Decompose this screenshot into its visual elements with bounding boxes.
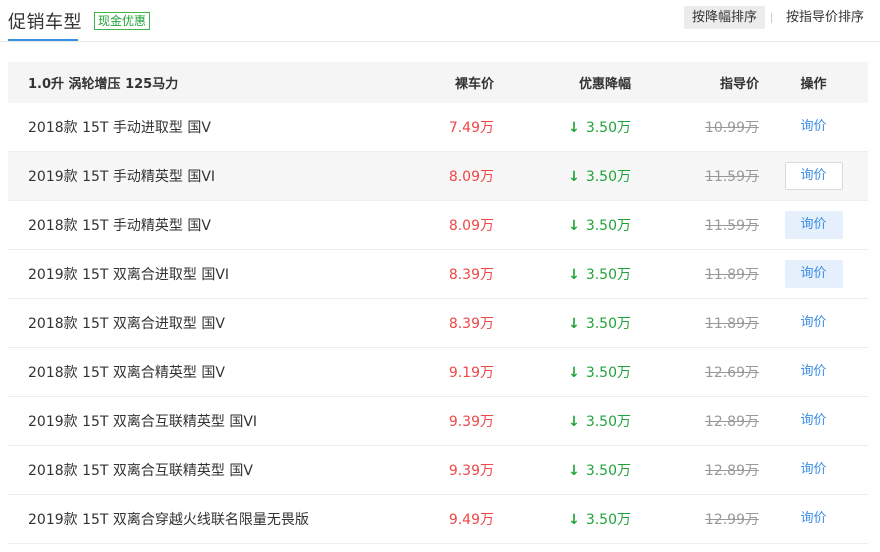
sort-controls: 按降幅排序 按指导价排序 (683, 6, 872, 29)
bare-price: 7.49万 (448, 120, 494, 136)
action-cell: 询价 (759, 211, 868, 239)
bare-price: 9.39万 (448, 414, 494, 430)
sort-by-discount-button[interactable]: 按降幅排序 (683, 6, 765, 29)
action-cell: 询价 (759, 260, 868, 288)
bare-price: 9.19万 (448, 365, 494, 381)
action-cell: 询价 (759, 407, 868, 435)
bare-price: 8.39万 (448, 316, 494, 332)
discount-value: 3.50万 (585, 169, 631, 185)
model-name: 2019款 15T 双离合互联精英型 国VI (28, 414, 258, 430)
inquiry-button[interactable]: 询价 (784, 211, 843, 239)
bare-price: 9.39万 (448, 463, 494, 479)
discount-amount: ↓ 3.50万 (494, 117, 631, 137)
table-row: 2019款 15T 双离合进取型 国VI 8.39万 ↓ 3.50万 11.89万… (8, 250, 868, 299)
down-arrow-icon: ↓ (568, 414, 580, 430)
header: 促销车型 现金优惠 按降幅排序 按指导价排序 (0, 0, 880, 42)
model-name: 2018款 15T 双离合互联精英型 国V (28, 463, 253, 479)
guide-price: 11.89万 (704, 267, 759, 283)
down-arrow-icon: ↓ (568, 512, 580, 528)
promotion-table: 1.0升 涡轮增压 125马力 裸车价 优惠降幅 指导价 操作 2018款 15… (8, 62, 868, 544)
action-cell: 询价 (759, 505, 868, 533)
down-arrow-icon: ↓ (568, 316, 580, 332)
guide-price: 12.69万 (704, 365, 759, 381)
page-title: 促销车型 (8, 12, 82, 33)
inquiry-button[interactable]: 询价 (784, 260, 843, 288)
inquiry-button[interactable]: 询价 (784, 162, 843, 190)
bare-price: 8.09万 (448, 169, 494, 185)
discount-amount: ↓ 3.50万 (494, 509, 631, 529)
table-row: 2019款 15T 手动精英型 国VI 8.09万 ↓ 3.50万 11.59万 … (8, 152, 868, 201)
guide-price: 11.59万 (704, 218, 759, 234)
discount-amount: ↓ 3.50万 (494, 215, 631, 235)
inquiry-button[interactable]: 询价 (785, 505, 843, 533)
table-row: 2019款 15T 双离合穿越火线联名限量无畏版 9.49万 ↓ 3.50万 12… (8, 495, 868, 544)
column-header-guide-price: 指导价 (719, 77, 759, 92)
bare-price: 9.49万 (448, 512, 494, 528)
column-header-engine: 1.0升 涡轮增压 125马力 (28, 77, 179, 92)
table-header-row: 1.0升 涡轮增压 125马力 裸车价 优惠降幅 指导价 操作 (8, 62, 868, 103)
action-cell: 询价 (759, 162, 868, 190)
bare-price: 8.09万 (448, 218, 494, 234)
column-header-action: 操作 (800, 77, 827, 92)
inquiry-button[interactable]: 询价 (785, 113, 843, 141)
guide-price: 11.89万 (704, 316, 759, 332)
model-name: 2019款 15T 双离合穿越火线联名限量无畏版 (28, 512, 309, 528)
down-arrow-icon: ↓ (568, 365, 580, 381)
action-cell: 询价 (759, 358, 868, 386)
down-arrow-icon: ↓ (568, 463, 580, 479)
discount-value: 3.50万 (585, 316, 631, 332)
inquiry-button[interactable]: 询价 (785, 309, 843, 337)
guide-price: 11.59万 (704, 169, 759, 185)
discount-value: 3.50万 (585, 267, 631, 283)
action-cell: 询价 (759, 113, 868, 141)
discount-amount: ↓ 3.50万 (494, 313, 631, 333)
sort-divider (770, 12, 772, 23)
sort-by-guide-price-button[interactable]: 按指导价排序 (778, 6, 872, 29)
bare-price: 8.39万 (448, 267, 494, 283)
table-row: 2018款 15T 双离合进取型 国V 8.39万 ↓ 3.50万 11.89万 … (8, 299, 868, 348)
discount-value: 3.50万 (585, 463, 631, 479)
discount-value: 3.50万 (585, 365, 631, 381)
guide-price: 12.89万 (704, 414, 759, 430)
down-arrow-icon: ↓ (568, 267, 580, 283)
table-row: 2018款 15T 双离合精英型 国V 9.19万 ↓ 3.50万 12.69万 … (8, 348, 868, 397)
table-row: 2018款 15T 双离合互联精英型 国V 9.39万 ↓ 3.50万 12.89… (8, 446, 868, 495)
discount-value: 3.50万 (585, 512, 631, 528)
guide-price: 12.99万 (704, 512, 759, 528)
discount-amount: ↓ 3.50万 (494, 362, 631, 382)
model-name: 2018款 15T 手动精英型 国V (28, 218, 211, 234)
cash-discount-badge: 现金优惠 (94, 12, 151, 30)
discount-value: 3.50万 (585, 414, 631, 430)
title-underline (8, 39, 78, 41)
model-name: 2019款 15T 手动精英型 国VI (28, 169, 216, 185)
discount-amount: ↓ 3.50万 (494, 166, 631, 186)
inquiry-button[interactable]: 询价 (785, 407, 843, 435)
column-header-price: 裸车价 (454, 77, 494, 92)
model-name: 2018款 15T 双离合进取型 国V (28, 316, 225, 332)
discount-amount: ↓ 3.50万 (494, 460, 631, 480)
guide-price: 10.99万 (704, 120, 759, 136)
header-title-wrap: 促销车型 现金优惠 (8, 0, 151, 42)
inquiry-button[interactable]: 询价 (785, 358, 843, 386)
discount-value: 3.50万 (585, 120, 631, 136)
discount-amount: ↓ 3.50万 (494, 411, 631, 431)
model-name: 2018款 15T 手动进取型 国V (28, 120, 211, 136)
column-header-discount: 优惠降幅 (578, 77, 631, 92)
table-row: 2019款 15T 双离合互联精英型 国VI 9.39万 ↓ 3.50万 12.8… (8, 397, 868, 446)
guide-price: 12.89万 (704, 463, 759, 479)
down-arrow-icon: ↓ (568, 169, 580, 185)
model-name: 2018款 15T 双离合精英型 国V (28, 365, 225, 381)
table-row: 2018款 15T 手动进取型 国V 7.49万 ↓ 3.50万 10.99万 询… (8, 103, 868, 152)
down-arrow-icon: ↓ (568, 120, 580, 136)
down-arrow-icon: ↓ (568, 218, 580, 234)
table-row: 2018款 15T 手动精英型 国V 8.09万 ↓ 3.50万 11.59万 询… (8, 201, 868, 250)
discount-amount: ↓ 3.50万 (494, 264, 631, 284)
action-cell: 询价 (759, 309, 868, 337)
inquiry-button[interactable]: 询价 (785, 456, 843, 484)
action-cell: 询价 (759, 456, 868, 484)
discount-value: 3.50万 (585, 218, 631, 234)
model-name: 2019款 15T 双离合进取型 国VI (28, 267, 230, 283)
